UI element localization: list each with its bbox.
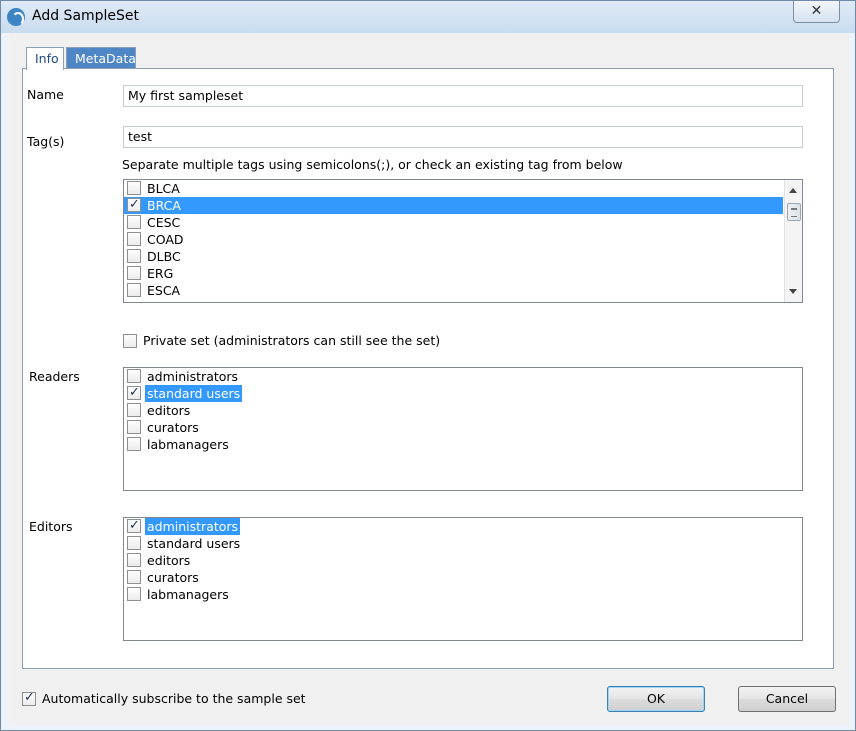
list-item[interactable]: DLBC	[124, 248, 783, 265]
list-item-label: CESC	[147, 215, 181, 230]
list-item-label: BRCA	[147, 198, 181, 213]
list-item[interactable]: CESC	[124, 214, 783, 231]
dialog-window: Add SampleSet ✕ Info MetaData Name My fi…	[0, 0, 856, 731]
title-bar[interactable]: Add SampleSet ✕	[1, 1, 855, 33]
list-item[interactable]: editors	[124, 402, 802, 419]
scroll-thumb[interactable]	[787, 203, 801, 221]
list-item-label: standard users	[147, 536, 241, 551]
list-item[interactable]: labmanagers	[124, 436, 802, 453]
checkbox-box[interactable]	[127, 570, 141, 584]
list-item-label: labmanagers	[147, 437, 229, 452]
checkbox-box[interactable]	[127, 369, 141, 383]
list-item-label: ESCA	[147, 283, 181, 298]
list-item[interactable]: ESCA	[124, 282, 783, 299]
list-item-label: DLBC	[147, 249, 181, 264]
scroll-up-arrow-icon[interactable]	[789, 188, 797, 193]
scroll-down-arrow-icon[interactable]	[789, 289, 797, 294]
list-item-label: labmanagers	[147, 587, 229, 602]
checkmark-icon: ✓	[129, 385, 140, 400]
list-item-label: COAD	[147, 232, 184, 247]
subscribe-label: Automatically subscribe to the sample se…	[42, 691, 306, 706]
checkbox-box[interactable]	[123, 334, 137, 348]
checkbox-box[interactable]	[127, 215, 141, 229]
app-logo-icon	[7, 8, 25, 26]
list-item[interactable]: ERG	[124, 265, 783, 282]
ok-button[interactable]: OK	[607, 686, 705, 712]
list-item[interactable]: ✓ standard users	[124, 385, 802, 402]
readers-listbox[interactable]: administrators ✓ standard users editors cura…	[123, 367, 803, 491]
checkbox-box[interactable]	[127, 587, 141, 601]
info-panel: Name My first sampleset Tag(s) test Sepa…	[22, 68, 834, 669]
checkbox-box[interactable]	[127, 536, 141, 550]
list-item-label: ERG	[147, 266, 174, 281]
list-item[interactable]: curators	[124, 569, 802, 586]
list-item[interactable]: COAD	[124, 231, 783, 248]
tag-list-scrollbar[interactable]	[784, 180, 802, 302]
list-item-label: editors	[147, 403, 191, 418]
close-button[interactable]: ✕	[793, 1, 840, 23]
list-item[interactable]: standard users	[124, 535, 802, 552]
checkmark-icon: ✓	[129, 518, 140, 533]
name-label: Name	[27, 87, 64, 102]
name-input[interactable]: My first sampleset	[123, 85, 803, 107]
checkbox-box[interactable]: ✓	[127, 518, 141, 533]
readers-items: administrators ✓ standard users editors cura…	[124, 368, 802, 453]
checkbox-box[interactable]	[127, 403, 141, 417]
cancel-button[interactable]: Cancel	[738, 686, 836, 712]
tags-hint: Separate multiple tags using semicolons(…	[122, 157, 623, 172]
editors-listbox[interactable]: ✓ administrators standard users editors cura…	[123, 517, 803, 641]
list-item-label: curators	[147, 420, 199, 435]
tab-metadata[interactable]: MetaData	[66, 47, 136, 69]
list-item-label: curators	[147, 570, 199, 585]
list-item-label: administrators	[147, 369, 239, 384]
checkbox-box[interactable]: ✓	[22, 690, 36, 706]
checkbox-box[interactable]	[127, 266, 141, 280]
editors-label: Editors	[29, 519, 73, 534]
list-item-label: BLCA	[147, 181, 180, 196]
checkmark-icon: ✓	[129, 197, 140, 212]
tag-list-items: BLCA ✓ BRCA CESC COAD DLBC ERG ESCA	[124, 180, 783, 299]
list-item[interactable]: labmanagers	[124, 586, 802, 603]
list-item[interactable]: ✓ BRCA	[124, 197, 783, 214]
private-set-label: Private set (administrators can still se…	[143, 333, 441, 348]
list-item[interactable]: administrators	[124, 368, 802, 385]
dialog-client-area: Info MetaData Name My first sampleset Ta…	[9, 33, 849, 725]
list-item-label: administrators	[145, 518, 241, 535]
list-item-label: editors	[147, 553, 191, 568]
checkbox-box[interactable]	[127, 232, 141, 246]
checkmark-icon: ✓	[24, 690, 35, 705]
list-item[interactable]: editors	[124, 552, 802, 569]
tags-label: Tag(s)	[27, 134, 65, 149]
checkbox-box[interactable]	[127, 553, 141, 567]
checkbox-box[interactable]	[127, 437, 141, 451]
readers-label: Readers	[29, 369, 80, 384]
checkbox-box[interactable]	[127, 249, 141, 263]
checkbox-box[interactable]	[127, 283, 141, 297]
list-item[interactable]: curators	[124, 419, 802, 436]
tab-info[interactable]: Info	[26, 47, 64, 70]
window-title: Add SampleSet	[32, 8, 140, 24]
list-item-label: standard users	[145, 385, 243, 402]
editors-items: ✓ administrators standard users editors cura…	[124, 518, 802, 603]
list-item[interactable]: BLCA	[124, 180, 783, 197]
checkbox-box[interactable]: ✓	[127, 197, 141, 212]
checkbox-box[interactable]	[127, 181, 141, 195]
tag-listbox[interactable]: BLCA ✓ BRCA CESC COAD DLBC ERG ESCA	[123, 179, 803, 303]
checkbox-box[interactable]	[127, 420, 141, 434]
tags-input[interactable]: test	[123, 126, 803, 148]
checkbox-box[interactable]: ✓	[127, 385, 141, 400]
list-item[interactable]: ✓ administrators	[124, 518, 802, 535]
